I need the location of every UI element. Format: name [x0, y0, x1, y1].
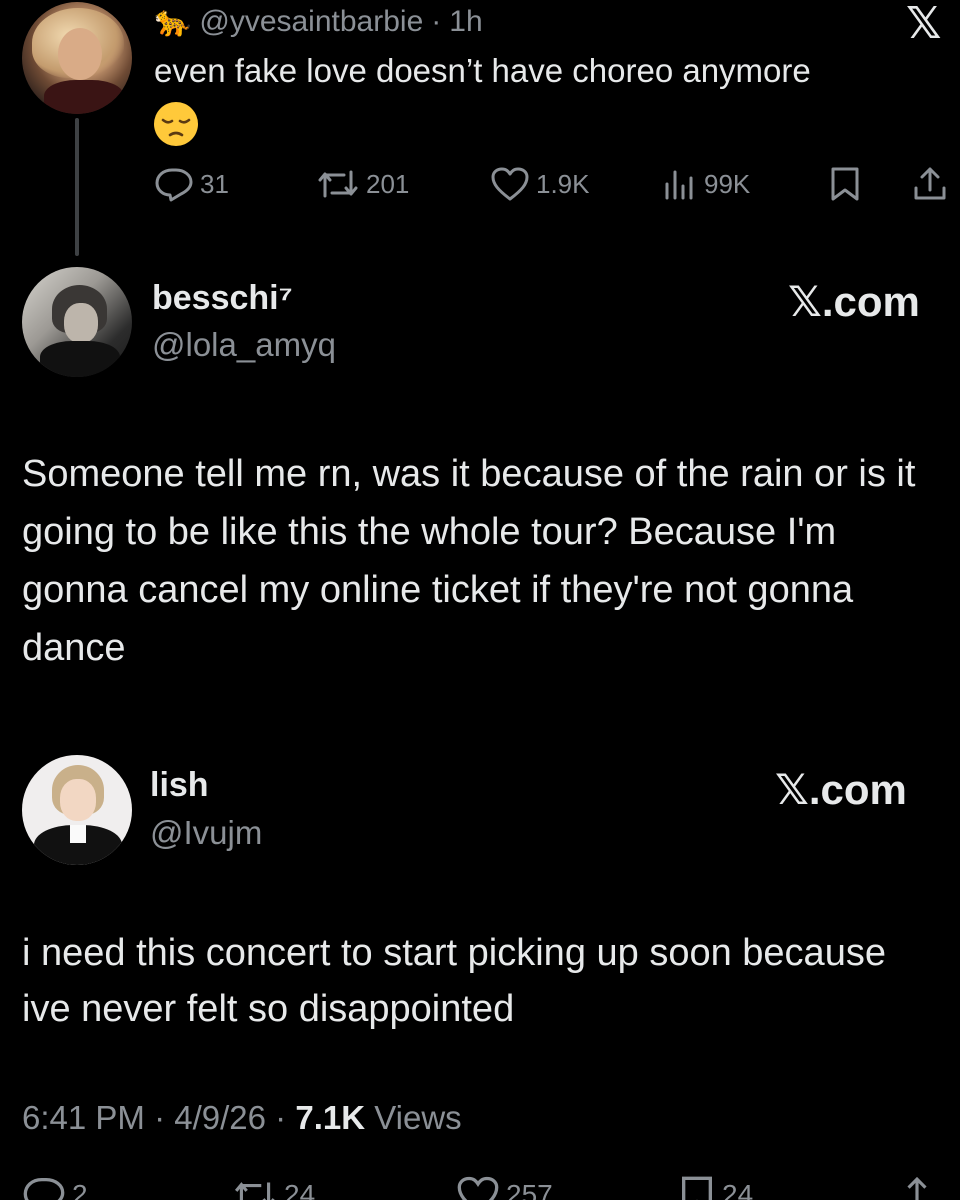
post1-handle[interactable]: @yvesaintbarbie [199, 5, 423, 39]
post3-date[interactable]: 4/9/26 [174, 1099, 266, 1136]
heart-icon [456, 1175, 500, 1200]
post3-views-count[interactable]: 7.1K [295, 1099, 365, 1136]
reply-count: 2 [72, 1179, 88, 1200]
post1-header: 🐆 @yvesaintbarbie · 1h [154, 4, 483, 39]
post3-time[interactable]: 6:41 PM [22, 1099, 145, 1136]
post1-separator: · [431, 4, 442, 38]
share-icon [912, 166, 948, 202]
analytics-icon [662, 166, 698, 202]
thread-line [75, 118, 79, 256]
leopard-emoji-icon: 🐆 [154, 5, 192, 38]
views-count: 99K [704, 168, 751, 199]
post1-action-bar: 31 201 1.9K 99K [150, 166, 950, 206]
like-count: 1.9K [536, 168, 590, 199]
repost-button[interactable]: 24 [232, 1175, 315, 1200]
repost-button[interactable]: 201 [316, 166, 409, 202]
pensive-face-icon [152, 100, 200, 148]
post3-display-name[interactable]: lish [150, 766, 209, 805]
meta-separator: · [275, 1099, 287, 1136]
views-button[interactable]: 99K [662, 166, 750, 202]
post2-handle[interactable]: @lola_amyq [152, 326, 336, 364]
post3-handle[interactable]: @Ivujm [150, 814, 262, 852]
post1-text: even fake love doesn’t have choreo anymo… [154, 52, 811, 89]
repost-count: 24 [284, 1179, 316, 1200]
repost-icon [316, 166, 360, 202]
post2-text: Someone tell me rn, was it because of th… [22, 453, 916, 669]
post3-views-label: Views [374, 1099, 462, 1136]
bookmark-button[interactable] [828, 166, 862, 202]
reply-count: 31 [200, 168, 229, 199]
reply-button[interactable]: 2 [22, 1175, 88, 1200]
like-count: 257 [506, 1179, 553, 1200]
post3-action-bar: 2 24 257 24 [0, 1175, 960, 1200]
post3-meta: 6:41 PM · 4/9/26 · 7.1K Views [22, 1099, 462, 1137]
reply-icon [154, 166, 194, 202]
heart-icon [490, 166, 530, 202]
reply-icon [22, 1175, 66, 1200]
bookmark-icon [828, 166, 862, 202]
repost-icon [232, 1175, 278, 1200]
xcom-watermark: 𝕏.com [788, 278, 920, 325]
bookmark-count: 24 [722, 1179, 754, 1200]
avatar-yvesaintbarbie[interactable] [22, 2, 132, 114]
xcom-watermark: 𝕏.com [775, 766, 907, 813]
like-button[interactable]: 257 [456, 1175, 553, 1200]
share-button[interactable] [898, 1175, 936, 1200]
post1-time[interactable]: 1h [449, 5, 482, 39]
post2-display-name[interactable]: besschi⁷ [152, 279, 293, 318]
reply-button[interactable]: 31 [154, 166, 229, 202]
post3-text: i need this concert to start picking up … [22, 932, 886, 1030]
bookmark-button[interactable]: 24 [678, 1175, 753, 1200]
like-button[interactable]: 1.9K [490, 166, 590, 202]
share-icon [898, 1175, 936, 1200]
bookmark-icon [678, 1175, 716, 1200]
avatar-ivujm[interactable] [22, 755, 132, 865]
meta-separator: · [154, 1099, 166, 1136]
x-logo-icon: 𝕏 [906, 0, 942, 48]
repost-count: 201 [366, 168, 410, 199]
share-button[interactable] [912, 166, 948, 202]
avatar-lola-amyq[interactable] [22, 267, 132, 377]
